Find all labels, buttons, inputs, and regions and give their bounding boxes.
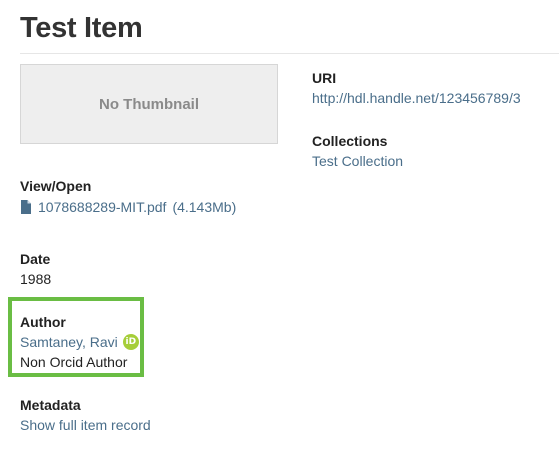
file-name-link[interactable]: 1078688289-MIT.pdf [38, 198, 166, 216]
orcid-author-entry: Samtaney, Ravi iD [20, 333, 139, 351]
orcid-icon[interactable]: iD [122, 334, 139, 350]
uri-heading: URI [312, 70, 337, 86]
metadata-heading: Metadata [20, 397, 81, 413]
collections-heading: Collections [312, 133, 388, 149]
file-icon [21, 200, 31, 214]
view-open-heading: View/Open [20, 178, 92, 194]
page-title: Test Item [20, 12, 143, 44]
item-page: Test Item No Thumbnail URI http://hdl.ha… [0, 0, 559, 465]
uri-link[interactable]: http://hdl.handle.net/123456789/3 [312, 89, 521, 107]
collection-link[interactable]: Test Collection [312, 152, 403, 170]
file-entry[interactable]: 1078688289-MIT.pdf (4.143Mb) [20, 198, 236, 216]
orcid-author-link[interactable]: Samtaney, Ravi [20, 333, 118, 351]
file-size: (4.143Mb) [172, 199, 237, 215]
date-value: 1988 [20, 271, 52, 287]
author-heading: Author [20, 314, 66, 330]
thumbnail-label: No Thumbnail [99, 95, 199, 113]
thumbnail-placeholder: No Thumbnail [20, 64, 278, 144]
date-heading: Date [20, 251, 51, 267]
title-divider [20, 53, 559, 54]
full-record-link[interactable]: Show full item record [20, 416, 151, 434]
non-orcid-author: Non Orcid Author [20, 354, 128, 370]
